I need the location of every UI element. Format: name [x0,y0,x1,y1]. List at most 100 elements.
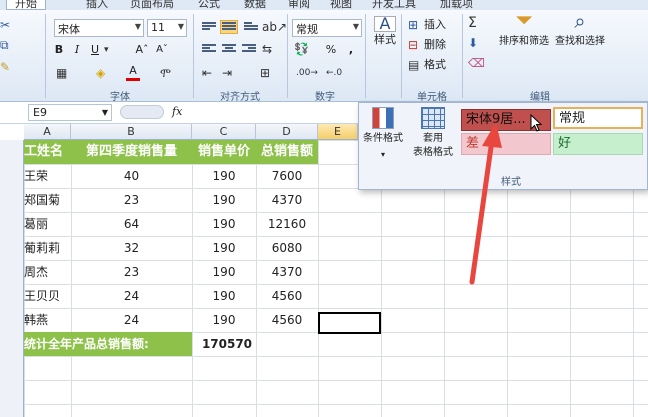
table-cell[interactable]: 王荣 [24,164,71,188]
insert-button[interactable]: 插入 [424,17,446,33]
selected-cell[interactable] [318,312,381,334]
tab-page-layout[interactable]: 页面布局 [130,0,174,10]
column-header-a[interactable]: A [24,124,71,140]
name-box[interactable]: E9 ▼ [28,104,112,121]
align-center-icon[interactable] [222,44,236,54]
tab-developer[interactable]: 开发工具 [372,0,416,10]
table-cell[interactable]: 23 [71,188,192,212]
table-cell[interactable]: 23 [71,260,192,284]
insert-function-button[interactable]: fx [172,105,182,118]
table-cell[interactable]: 32 [71,236,192,260]
font-name-combo[interactable]: 宋体 ▼ [54,19,144,37]
underline-button[interactable]: U [88,42,102,58]
italic-button[interactable]: I [70,42,84,58]
find-select-button[interactable]: ⌕ 查找和选择 [552,11,608,50]
table-cell[interactable]: 7600 [256,164,318,188]
cut-icon[interactable]: ✂ [0,18,10,32]
table-cell[interactable]: 4370 [256,260,318,284]
column-header-c[interactable]: C [192,124,256,140]
table-cell[interactable]: 190 [192,164,256,188]
tab-home[interactable]: 开始 [6,0,46,10]
table-cell[interactable]: 王贝贝 [24,284,71,308]
increase-font-button[interactable]: Aˆ [134,42,150,58]
column-header-d[interactable]: D [256,124,318,140]
table-cell[interactable]: 韩燕 [24,308,71,332]
increase-indent-icon[interactable]: ⇥ [222,66,232,80]
align-top-icon[interactable] [202,22,216,32]
orientation-icon[interactable]: ab↗ [262,20,287,34]
currency-icon[interactable]: 💱 [294,42,309,56]
tab-review[interactable]: 审阅 [288,0,310,10]
total-label-cell[interactable]: 统计全年产品总销售额: [24,332,192,356]
sort-filter-button[interactable]: ⏷ 排序和筛选 [496,10,552,50]
style-item-good[interactable]: 好 [553,133,643,155]
style-item-normal[interactable]: 常规 [553,107,643,129]
table-cell[interactable]: 24 [71,308,192,332]
table-cell[interactable]: 4370 [256,188,318,212]
header-cell-quantity[interactable]: 第四季度销售量 [71,140,192,164]
align-left-icon[interactable] [202,44,216,54]
number-group-label: 数字 [315,92,335,103]
font-size-combo[interactable]: 11 ▼ [147,19,187,37]
merge-center-icon[interactable]: ⊞ [260,66,270,80]
format-cells-icon[interactable]: ▤ [408,58,419,72]
delete-button[interactable]: 删除 [424,37,446,53]
table-cell[interactable]: 4560 [256,308,318,332]
border-icon[interactable]: ▦ [56,66,67,80]
phonetic-icon[interactable]: ሞ [160,66,171,80]
header-cell-name[interactable]: 工姓名 [24,140,71,164]
table-cell[interactable]: 葛丽 [24,212,71,236]
autosum-icon[interactable]: Σ [468,16,477,30]
table-cell[interactable]: 190 [192,188,256,212]
number-format-combo[interactable]: 常规 ▼ [292,19,362,37]
header-cell-total-sales[interactable]: 总销售额 [256,140,318,164]
chevron-down-icon[interactable]: ▾ [104,43,109,57]
table-cell[interactable]: 6080 [256,236,318,260]
align-bottom-icon[interactable] [244,22,258,32]
insert-cells-icon[interactable]: ⊞ [408,18,418,32]
fill-color-icon[interactable]: ◈ [96,66,105,80]
table-cell[interactable]: 190 [192,260,256,284]
bold-button[interactable]: B [52,42,66,58]
table-cell[interactable]: 周杰 [24,260,71,284]
align-middle-icon[interactable] [220,20,238,34]
format-as-table-button[interactable]: 套用 表格格式 [405,105,461,167]
comma-button[interactable]: , [344,42,358,58]
table-cell[interactable]: 64 [71,212,192,236]
styles-button[interactable]: A 样式 [370,16,400,72]
table-cell[interactable]: 40 [71,164,192,188]
increase-decimal-icon[interactable]: .00→ [296,66,318,80]
percent-button[interactable]: % [324,42,338,58]
tab-formulas[interactable]: 公式 [198,0,220,10]
table-cell[interactable]: 24 [71,284,192,308]
header-cell-unit-price[interactable]: 销售单价 [192,140,256,164]
wrap-text-icon[interactable]: ⇆ [262,42,272,56]
conditional-format-button[interactable]: 条件格式 ▾ [361,105,405,167]
delete-cells-icon[interactable]: ⊟ [408,38,418,52]
fill-icon[interactable]: ⬇ [468,36,478,50]
decrease-decimal-icon[interactable]: ←.0 [326,66,342,80]
table-cell[interactable]: 190 [192,236,256,260]
table-cell[interactable]: 葡莉莉 [24,236,71,260]
copy-icon[interactable]: ⧉ [0,38,9,52]
total-value-cell[interactable]: 170570 [192,332,262,356]
tab-addins[interactable]: 加载项 [440,0,473,10]
format-painter-icon[interactable]: ✎ [0,60,10,74]
align-right-icon[interactable] [242,44,256,54]
format-button[interactable]: 格式 [424,57,446,73]
table-cell[interactable]: 12160 [256,212,318,236]
column-header-b[interactable]: B [71,124,192,140]
tab-view[interactable]: 视图 [330,0,352,10]
table-cell[interactable]: 190 [192,284,256,308]
decrease-indent-icon[interactable]: ⇤ [202,66,212,80]
clear-icon[interactable]: ⌫ [468,56,485,70]
table-cell[interactable]: 190 [192,212,256,236]
decrease-font-button[interactable]: Aˇ [154,42,170,58]
tab-insert[interactable]: 插入 [86,0,108,10]
table-cell[interactable]: 4560 [256,284,318,308]
tab-data[interactable]: 数据 [244,0,266,10]
font-color-button[interactable]: A [126,64,140,81]
column-header-e[interactable]: E [318,124,358,140]
table-cell[interactable]: 190 [192,308,256,332]
table-cell[interactable]: 郑国菊 [24,188,71,212]
